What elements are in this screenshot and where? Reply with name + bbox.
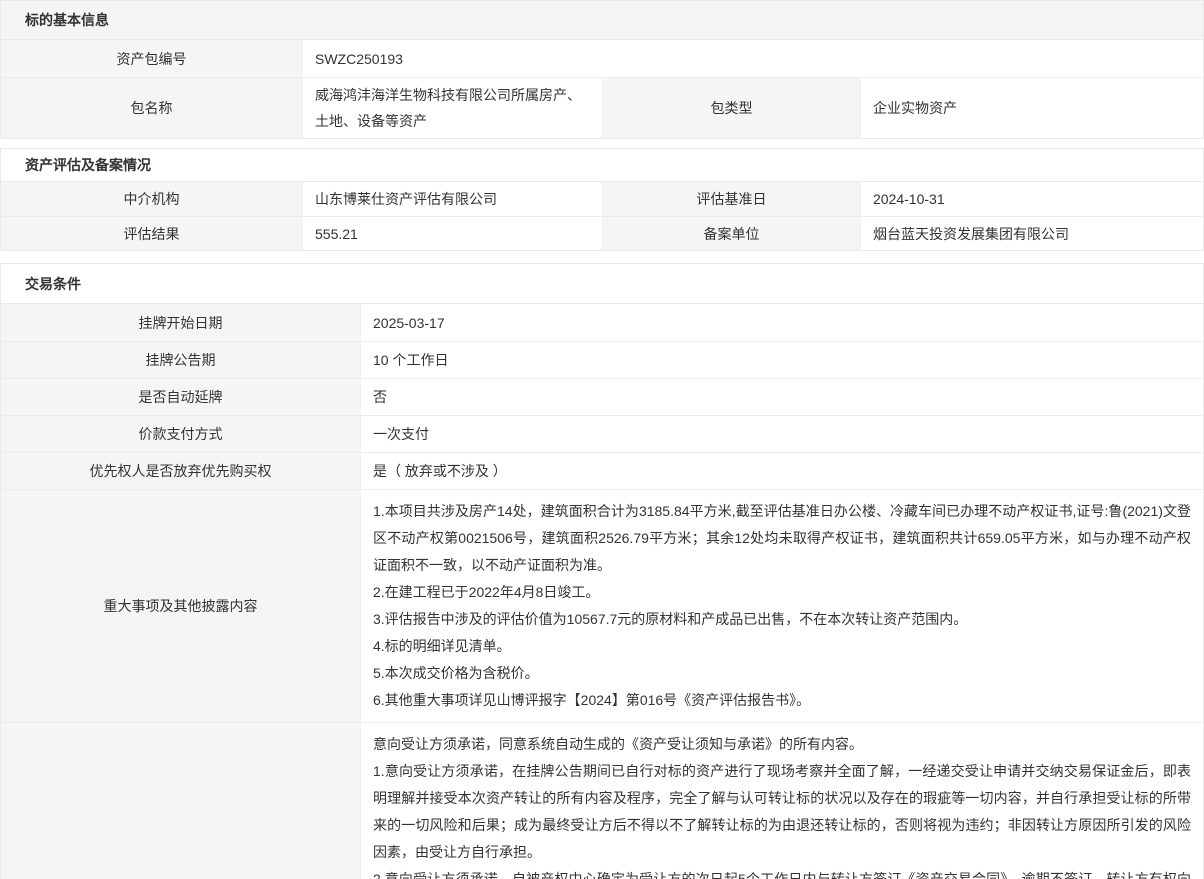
value-intermediary-agency: 山东博莱仕资产评估有限公司 (303, 182, 603, 216)
disclosure-line: 6.其他重大事项详见山博评报字【2024】第016号《资产评估报告书》。 (373, 687, 1191, 714)
value-transferee-commitment: 意向受让方须承诺，同意系统自动生成的《资产受让须知与承诺》的所有内容。 1.意向… (361, 723, 1203, 879)
label-appraisal-result: 评估结果 (1, 217, 303, 250)
disclosure-line: 4.标的明细详见清单。 (373, 633, 1191, 660)
commitment-line: 1.意向受让方须承诺，在挂牌公告期间已自行对标的资产进行了现场考察并全面了解，一… (373, 758, 1191, 866)
label-intermediary-agency: 中介机构 (1, 182, 303, 216)
value-appraisal-result: 555.21 (303, 217, 603, 250)
table-row: 意向受让方须承诺，同意系统自动生成的《资产受让须知与承诺》的所有内容。 1.意向… (1, 722, 1203, 879)
table-row: 优先权人是否放弃优先购买权 是（ 放弃或不涉及 ） (1, 452, 1203, 489)
section-basic-info: 标的基本信息 资产包编号 SWZC250193 包名称 威海鸿沣海洋生物科技有限… (0, 0, 1204, 139)
value-appraisal-base-date: 2024-10-31 (861, 182, 1203, 216)
table-row: 评估结果 555.21 备案单位 烟台蓝天投资发展集团有限公司 (1, 216, 1203, 250)
label-payment-method: 价款支付方式 (1, 416, 361, 452)
section-transaction-terms: 交易条件 挂牌开始日期 2025-03-17 挂牌公告期 10 个工作日 是否自… (0, 263, 1204, 879)
section-appraisal-filing: 资产评估及备案情况 中介机构 山东博莱仕资产评估有限公司 评估基准日 2024-… (0, 148, 1204, 251)
value-filing-unit: 烟台蓝天投资发展集团有限公司 (861, 217, 1203, 250)
value-package-type: 企业实物资产 (861, 78, 1203, 138)
label-package-type: 包类型 (603, 78, 861, 138)
disclosure-line: 1.本项目共涉及房产14处，建筑面积合计为3185.84平方米,截至评估基准日办… (373, 498, 1191, 579)
label-package-name: 包名称 (1, 78, 303, 138)
table-row: 是否自动延牌 否 (1, 378, 1203, 415)
disclosure-line: 3.评估报告中涉及的评估价值为10567.7元的原材料和产成品已出售，不在本次转… (373, 606, 1191, 633)
label-transferee-commitment (1, 723, 361, 879)
label-asset-package-no: 资产包编号 (1, 40, 303, 77)
value-payment-method: 一次支付 (361, 416, 1203, 452)
table-row: 重大事项及其他披露内容 1.本项目共涉及房产14处，建筑面积合计为3185.84… (1, 489, 1203, 722)
disclosure-line: 2.在建工程已于2022年4月8日竣工。 (373, 579, 1191, 606)
value-auto-extension: 否 (361, 379, 1203, 415)
commitment-line: 2.意向受让方须承诺，自被产权中心确定为受让方的次日起5个工作日内与转让方签订《… (373, 866, 1191, 879)
value-package-name: 威海鸿沣海洋生物科技有限公司所属房产、土地、设备等资产 (303, 78, 603, 138)
table-row: 价款支付方式 一次支付 (1, 415, 1203, 452)
value-preemptive-right-waiver: 是（ 放弃或不涉及 ） (361, 453, 1203, 489)
table-row: 中介机构 山东博莱仕资产评估有限公司 评估基准日 2024-10-31 (1, 182, 1203, 216)
value-listing-start-date: 2025-03-17 (361, 304, 1203, 341)
table-row: 包名称 威海鸿沣海洋生物科技有限公司所属房产、土地、设备等资产 包类型 企业实物… (1, 77, 1203, 138)
label-filing-unit: 备案单位 (603, 217, 861, 250)
label-appraisal-base-date: 评估基准日 (603, 182, 861, 216)
section-title-transaction-terms: 交易条件 (1, 264, 1203, 304)
section-title-basic-info: 标的基本信息 (1, 1, 1203, 40)
label-auto-extension: 是否自动延牌 (1, 379, 361, 415)
disclosure-line: 5.本次成交价格为含税价。 (373, 660, 1191, 687)
table-row: 挂牌公告期 10 个工作日 (1, 341, 1203, 378)
label-listing-start-date: 挂牌开始日期 (1, 304, 361, 341)
value-asset-package-no: SWZC250193 (303, 40, 1203, 77)
asset-listing-detail-page: 标的基本信息 资产包编号 SWZC250193 包名称 威海鸿沣海洋生物科技有限… (0, 0, 1204, 879)
label-major-disclosure: 重大事项及其他披露内容 (1, 490, 361, 722)
value-major-disclosure: 1.本项目共涉及房产14处，建筑面积合计为3185.84平方米,截至评估基准日办… (361, 490, 1203, 722)
value-listing-announcement-period: 10 个工作日 (361, 342, 1203, 378)
commitment-line: 意向受让方须承诺，同意系统自动生成的《资产受让须知与承诺》的所有内容。 (373, 731, 1191, 758)
table-row: 资产包编号 SWZC250193 (1, 40, 1203, 77)
section-title-appraisal-filing: 资产评估及备案情况 (1, 149, 1203, 182)
label-preemptive-right-waiver: 优先权人是否放弃优先购买权 (1, 453, 361, 489)
label-listing-announcement-period: 挂牌公告期 (1, 342, 361, 378)
table-row: 挂牌开始日期 2025-03-17 (1, 304, 1203, 341)
